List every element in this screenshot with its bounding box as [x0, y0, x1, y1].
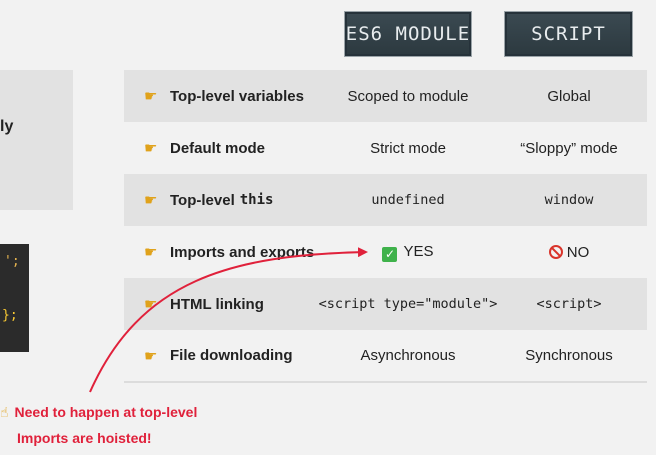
annotation-arrow — [89, 247, 368, 393]
note-text: Need to happen at top-level — [14, 404, 198, 420]
note-top-level: ☝ Need to happen at top-level — [0, 404, 197, 421]
note-hoisted: Imports are hoisted! — [17, 430, 152, 446]
pointing-up-hand-icon: ☝ — [0, 404, 9, 420]
